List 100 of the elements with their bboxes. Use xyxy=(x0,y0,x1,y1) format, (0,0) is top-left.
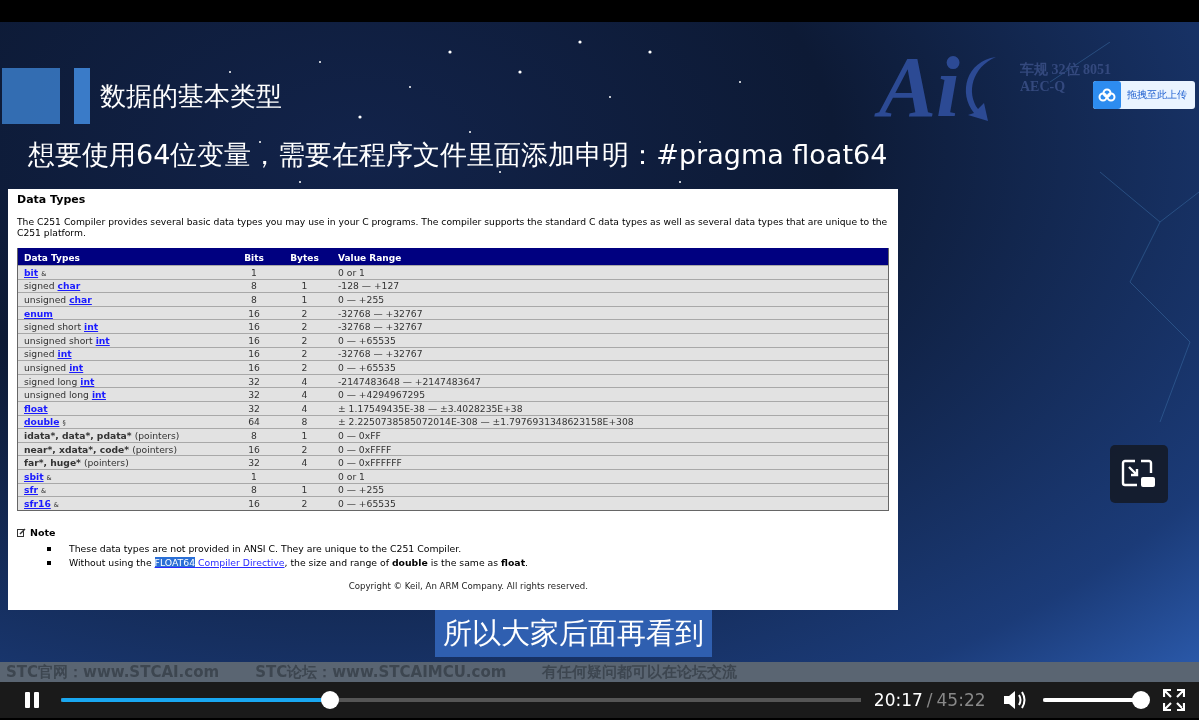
type-link[interactable]: char xyxy=(69,294,92,305)
type-link[interactable]: sfr16 xyxy=(24,497,51,509)
duration: 45:22 xyxy=(936,690,986,710)
table-cell-text: 8 xyxy=(250,280,258,292)
type-link[interactable]: int xyxy=(91,389,106,401)
note-title: Note xyxy=(30,526,56,538)
column-header: Bits xyxy=(243,253,265,263)
note-text: These data types are not provided in ANSI C. They are unique to the C251 Compiler. xyxy=(69,543,462,555)
copyright-text: Copyright © Keil, An ARM Company. All rights reserved. xyxy=(347,580,588,591)
type-label: unsigned long xyxy=(24,389,89,401)
table-cell-text: 32 xyxy=(247,375,261,387)
pause-icon xyxy=(24,691,40,709)
cloud-icon xyxy=(1098,88,1116,102)
table-cell-text: 16 xyxy=(247,443,261,455)
table-cell-text: 4 xyxy=(300,375,309,387)
type-link[interactable]: enum xyxy=(24,307,53,319)
table-cell-text: 1 xyxy=(300,429,309,441)
type-link[interactable]: int xyxy=(95,334,110,346)
current-time: 20:17 xyxy=(873,690,923,710)
table-cell-text: -32768 — +32767 xyxy=(337,321,424,333)
column-header: Bytes xyxy=(289,253,320,263)
type-label: unsigned xyxy=(24,294,67,305)
table-cell-text: 1 xyxy=(300,280,309,292)
table-cell-text: 0 — 0xFFFFFF xyxy=(337,457,403,469)
table-cell-text: 2 xyxy=(300,334,309,346)
column-header: Value Range xyxy=(337,253,403,263)
table-cell-text: -2147483648 — +2147483647 xyxy=(337,375,482,387)
table-cell-text: 32 xyxy=(247,402,261,414)
table-cell-text: 4 xyxy=(300,457,309,469)
type-link[interactable]: bit xyxy=(24,266,39,278)
table-cell-text: 0 — +65535 xyxy=(337,334,397,346)
type-label: far*, huge* xyxy=(24,457,81,469)
document-heading: Data Types xyxy=(17,193,87,206)
table-cell-text: 0 or 1 xyxy=(337,470,366,482)
picture-in-picture-button[interactable] xyxy=(1110,445,1168,503)
note-icon xyxy=(17,527,26,537)
title-block xyxy=(74,68,90,124)
table-cell-text: 2 xyxy=(300,321,309,333)
table-cell-text: 1 xyxy=(250,266,258,278)
table-cell-text: 2 xyxy=(300,348,309,360)
bullet-icon xyxy=(47,546,51,551)
type-label: (pointers) xyxy=(134,429,180,441)
table-cell-text: 16 xyxy=(247,497,261,509)
type-link[interactable]: int xyxy=(84,321,99,333)
table-cell-text: 4 xyxy=(300,389,309,401)
table-cell-text: 0 — +65535 xyxy=(337,361,397,373)
title-block xyxy=(2,68,60,124)
type-label: (pointers) xyxy=(83,457,129,469)
slide-subtitle: 想要使用64位变量，需要在程序文件里面添加申明：#pragma float64 xyxy=(28,138,889,172)
table-cell-text: 32 xyxy=(247,457,261,469)
slide-title: 数据的基本类型 xyxy=(100,79,282,113)
type-label: idata*, data*, pdata* xyxy=(24,429,132,441)
table-cell-text: 2 xyxy=(300,361,309,373)
table-cell-text: 0 — 0xFF xyxy=(337,429,382,441)
type-label: near*, xdata*, code* xyxy=(24,443,130,455)
type-link[interactable]: int xyxy=(80,375,95,387)
table-cell-text: 32 xyxy=(247,389,261,401)
type-link[interactable]: int xyxy=(57,348,72,360)
progress-handle[interactable] xyxy=(320,691,339,709)
table-cell-text: 16 xyxy=(247,361,261,373)
type-link[interactable]: double xyxy=(24,416,60,428)
fullscreen-button[interactable] xyxy=(1163,689,1185,711)
table-cell-text: 1 xyxy=(300,294,309,305)
time-separator: / xyxy=(926,690,933,710)
type-label: signed xyxy=(24,348,55,360)
intro-text: The C251 Compiler provides several basic data types you may use in your C programs. The compiler supports the standard C data types as well as several data types that are unique to the C251 platform. xyxy=(17,216,889,238)
table-cell-text: 16 xyxy=(247,307,261,319)
note-text: Without using the FLOAT64 Compiler Directive, the size and range of double is the same as float. xyxy=(69,557,529,569)
type-label: unsigned xyxy=(24,361,67,373)
table-cell-text: 2 xyxy=(300,307,309,319)
table-cell-text: 0 — +255 xyxy=(337,294,386,305)
table-cell-text: 16 xyxy=(247,321,261,333)
type-link[interactable]: sfr xyxy=(24,484,38,496)
type-label: signed long xyxy=(24,375,78,387)
type-link[interactable]: int xyxy=(69,361,84,373)
table-cell-text: -32768 — +32767 xyxy=(337,348,424,360)
type-link[interactable]: char xyxy=(57,280,81,292)
table-cell-text: -32768 — +32767 xyxy=(337,307,424,319)
pause-button[interactable] xyxy=(24,691,40,709)
table-cell-text: -128 — +127 xyxy=(337,280,401,292)
table-cell-text: 0 — 0xFFFF xyxy=(337,443,393,455)
table-cell-text: 8 xyxy=(250,429,258,441)
table-cell-text: 2 xyxy=(300,443,309,455)
table-cell-text: 64 xyxy=(247,416,261,428)
table-cell-text: 0 or 1 xyxy=(337,266,366,278)
table-cell-text: 1 xyxy=(250,470,258,482)
type-label: signed short xyxy=(24,321,81,333)
table-cell-text: 4 xyxy=(300,402,309,414)
type-link[interactable]: float xyxy=(24,402,48,414)
table-cell-text: 16 xyxy=(247,334,261,346)
type-label: signed xyxy=(24,280,55,292)
subtitle-caption: 所以大家后面再看到 xyxy=(435,610,712,657)
upload-button[interactable]: 拖拽至此上传 xyxy=(1093,81,1195,109)
table-cell-text: 8 xyxy=(300,416,309,428)
type-link[interactable]: sbit xyxy=(24,470,44,482)
volume-handle[interactable] xyxy=(1132,691,1150,709)
type-label: (pointers) xyxy=(132,443,177,455)
table-cell-text: ± 1.17549435E-38 — ±3.4028235E+38 xyxy=(337,402,524,414)
column-header: Data Types xyxy=(23,253,81,263)
table-cell-text: 16 xyxy=(247,348,261,360)
